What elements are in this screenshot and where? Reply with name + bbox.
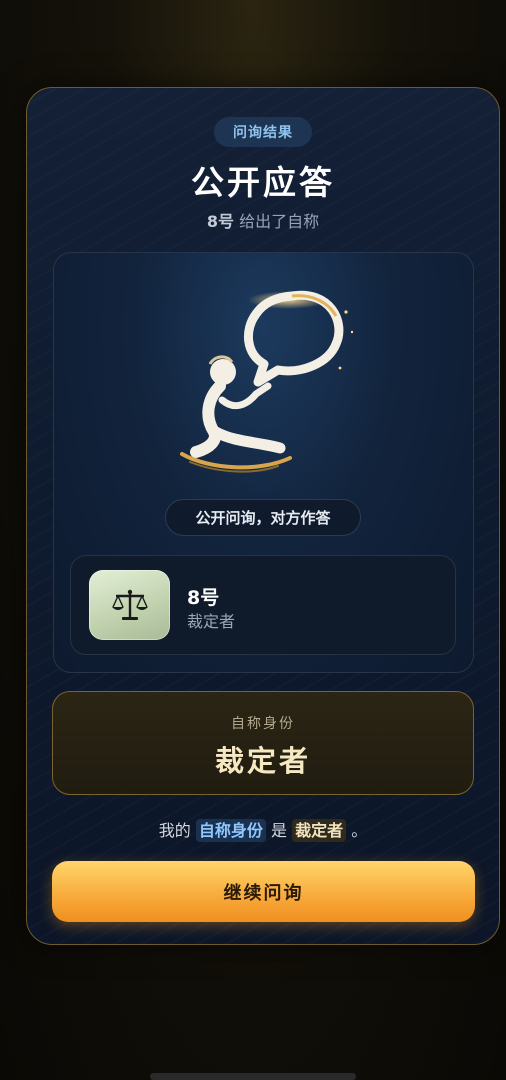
home-indicator[interactable] <box>150 1073 356 1080</box>
result-tag: 问询结果 <box>214 117 312 147</box>
stage-caption: 公开问询，对方作答 <box>165 499 361 536</box>
subtitle-text: 给出了自称 <box>234 212 320 231</box>
statement-suffix: 。 <box>346 821 368 840</box>
scales-icon <box>111 589 148 620</box>
continue-inquiry-button[interactable]: 继续问询 <box>52 861 475 922</box>
speaking-figure-icon <box>180 290 354 473</box>
identity-label: 自称身份 <box>231 716 295 732</box>
subtitle-player-number: 8号 <box>206 212 235 231</box>
statement-prefix: 我的 <box>158 821 196 840</box>
identity-value: 裁定者 <box>214 744 311 778</box>
statement-highlight-identity: 自称身份 <box>195 819 266 842</box>
page-subtitle: 8号 给出了自称 <box>0 208 506 232</box>
app-screen: 问询结果 公开应答 8号 给出了自称 公开问询，对方作答 8号 裁定者 自称身份… <box>0 0 506 1080</box>
identity-statement: 我的 自称身份 是 裁定者 。 <box>0 817 506 842</box>
statement-middle: 是 <box>265 821 293 840</box>
page-title: 公开应答 <box>191 163 335 202</box>
player-role: 裁定者 <box>187 612 236 631</box>
player-avatar <box>89 570 170 640</box>
statement-highlight-role: 裁定者 <box>292 819 347 842</box>
player-number: 8号 <box>187 587 220 609</box>
